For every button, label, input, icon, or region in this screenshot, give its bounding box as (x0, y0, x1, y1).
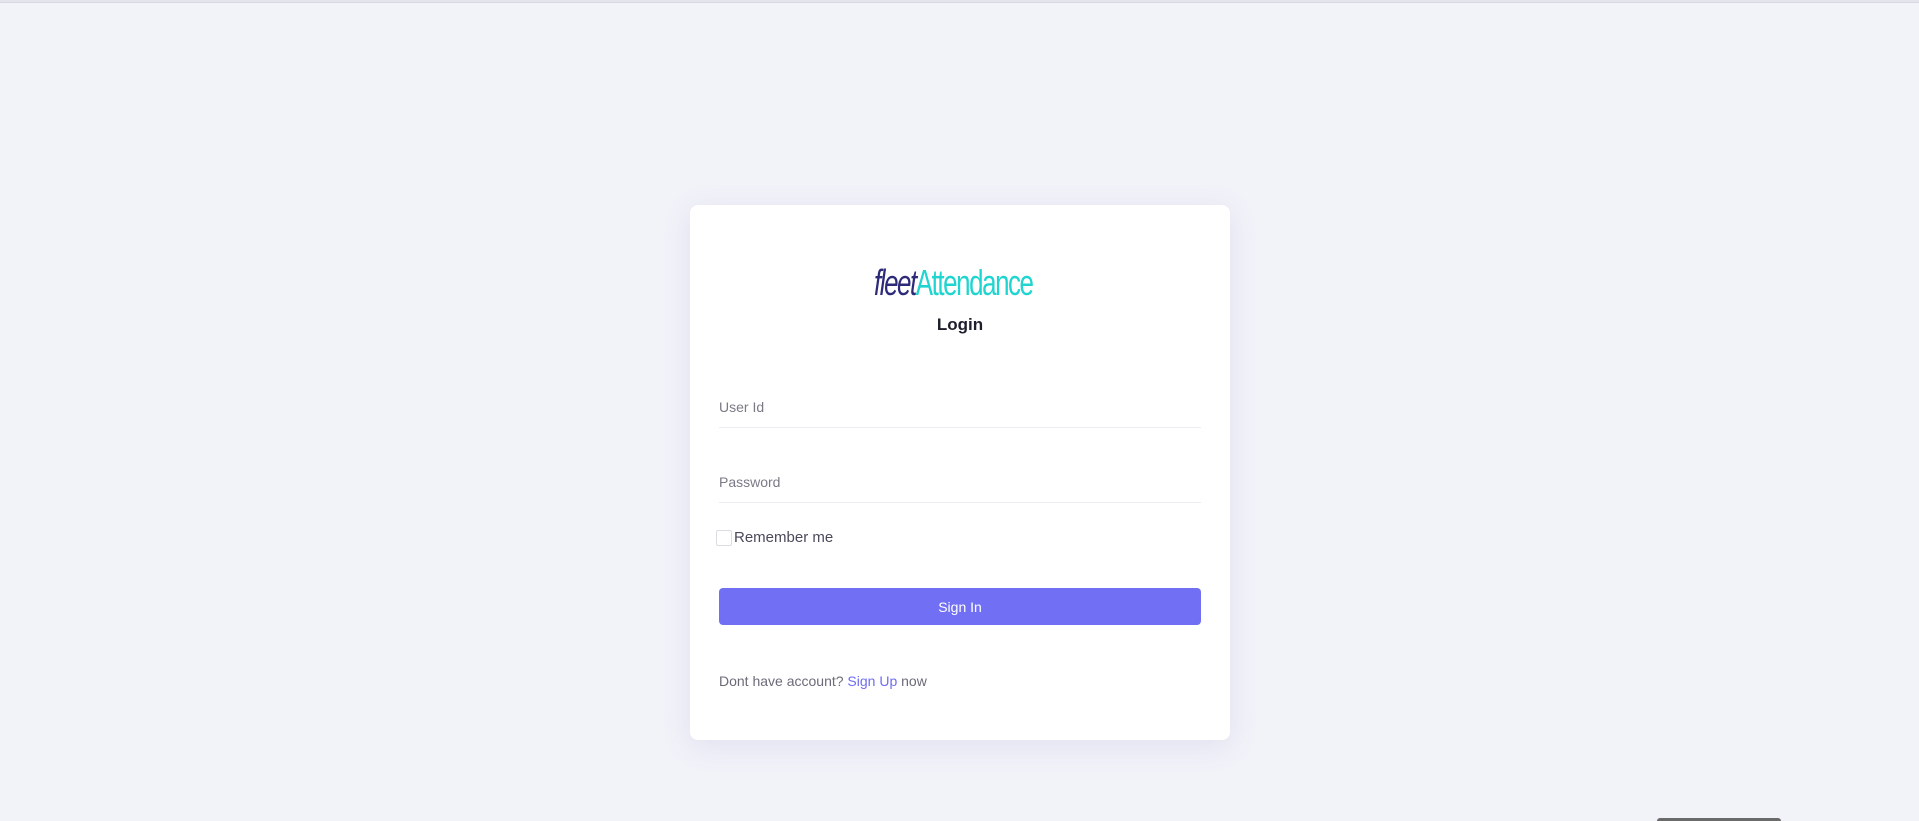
top-border (0, 0, 1919, 3)
page-title: Login (936, 315, 984, 334)
signup-prefix-text: Dont have account? (719, 673, 844, 689)
user-id-field-wrapper (719, 387, 1201, 428)
signup-prompt: Dont have account? Sign Up now (719, 673, 927, 689)
logo-wordmark: fleetAttendance (874, 262, 1034, 303)
sign-up-link[interactable]: Sign Up (847, 673, 897, 689)
remember-me-checkbox[interactable] (716, 529, 732, 546)
password-input[interactable] (719, 462, 1201, 502)
signup-suffix-text: now (901, 673, 927, 689)
login-card: fleetAttendance Login Remember me Sign I… (690, 205, 1230, 740)
logo-word-fleet: fleet (874, 262, 917, 303)
password-field-wrapper (719, 462, 1201, 503)
sign-in-button[interactable]: Sign In (719, 588, 1201, 625)
logo-word-attendance: Attendance (915, 262, 1034, 303)
user-id-input[interactable] (719, 387, 1201, 427)
remember-me-row[interactable]: Remember me (716, 529, 833, 546)
remember-me-label[interactable]: Remember me (734, 529, 833, 546)
logo: fleetAttendance (874, 235, 1046, 303)
